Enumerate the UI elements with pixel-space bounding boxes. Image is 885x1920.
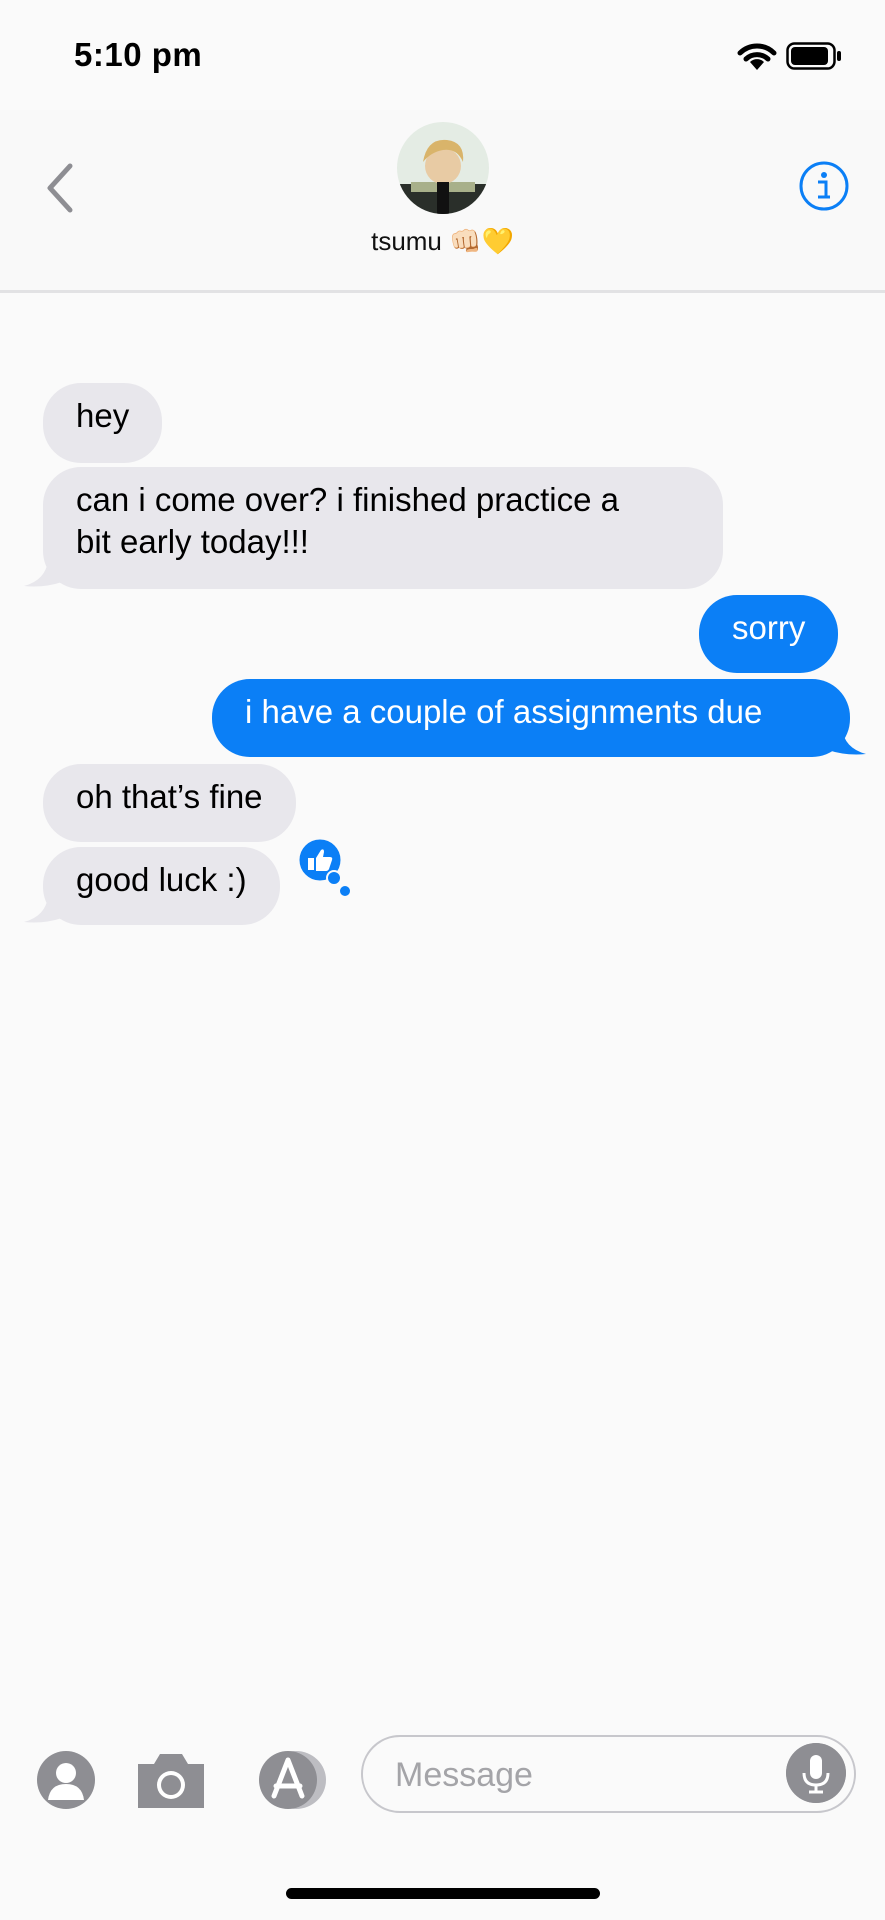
message-bubble-outgoing[interactable]: sorry (699, 595, 839, 673)
message-bubble-incoming[interactable]: can i come over? i finished practice a b… (43, 467, 723, 589)
info-icon[interactable] (798, 160, 850, 212)
status-bar: 5:10 pm (0, 0, 885, 110)
contact-avatar[interactable] (397, 122, 489, 214)
message-bubble-incoming[interactable]: oh that’s fine (43, 764, 296, 842)
contact-emoji: 👊🏻💛 (449, 227, 514, 257)
contact-card-icon[interactable] (36, 1750, 96, 1810)
message-bubble-incoming[interactable]: hey (43, 383, 163, 463)
message-bubble-outgoing[interactable]: i have a couple of assignments due (212, 679, 850, 757)
microphone-icon[interactable] (786, 1743, 846, 1803)
conversation-header: tsumu 👊🏻💛 (0, 110, 885, 293)
back-chevron-icon[interactable] (42, 160, 78, 220)
contact-name[interactable]: tsumu 👊🏻💛 (0, 226, 885, 257)
message-input-field[interactable] (361, 1735, 856, 1813)
message-bubble-incoming[interactable]: good luck :) (43, 847, 280, 925)
status-time: 5:10 pm (74, 36, 203, 73)
app-store-icon[interactable] (250, 1748, 330, 1812)
message-input[interactable] (393, 1737, 777, 1813)
battery-icon (786, 42, 841, 70)
bubble-tail (828, 728, 866, 755)
thumbs-up-icon[interactable] (290, 838, 356, 904)
bubble-tail (24, 560, 62, 587)
home-indicator[interactable] (286, 1888, 600, 1899)
wifi-icon (737, 43, 777, 70)
bubble-tail (24, 896, 62, 923)
camera-icon[interactable] (134, 1750, 208, 1810)
contact-name-text: tsumu (371, 226, 442, 256)
